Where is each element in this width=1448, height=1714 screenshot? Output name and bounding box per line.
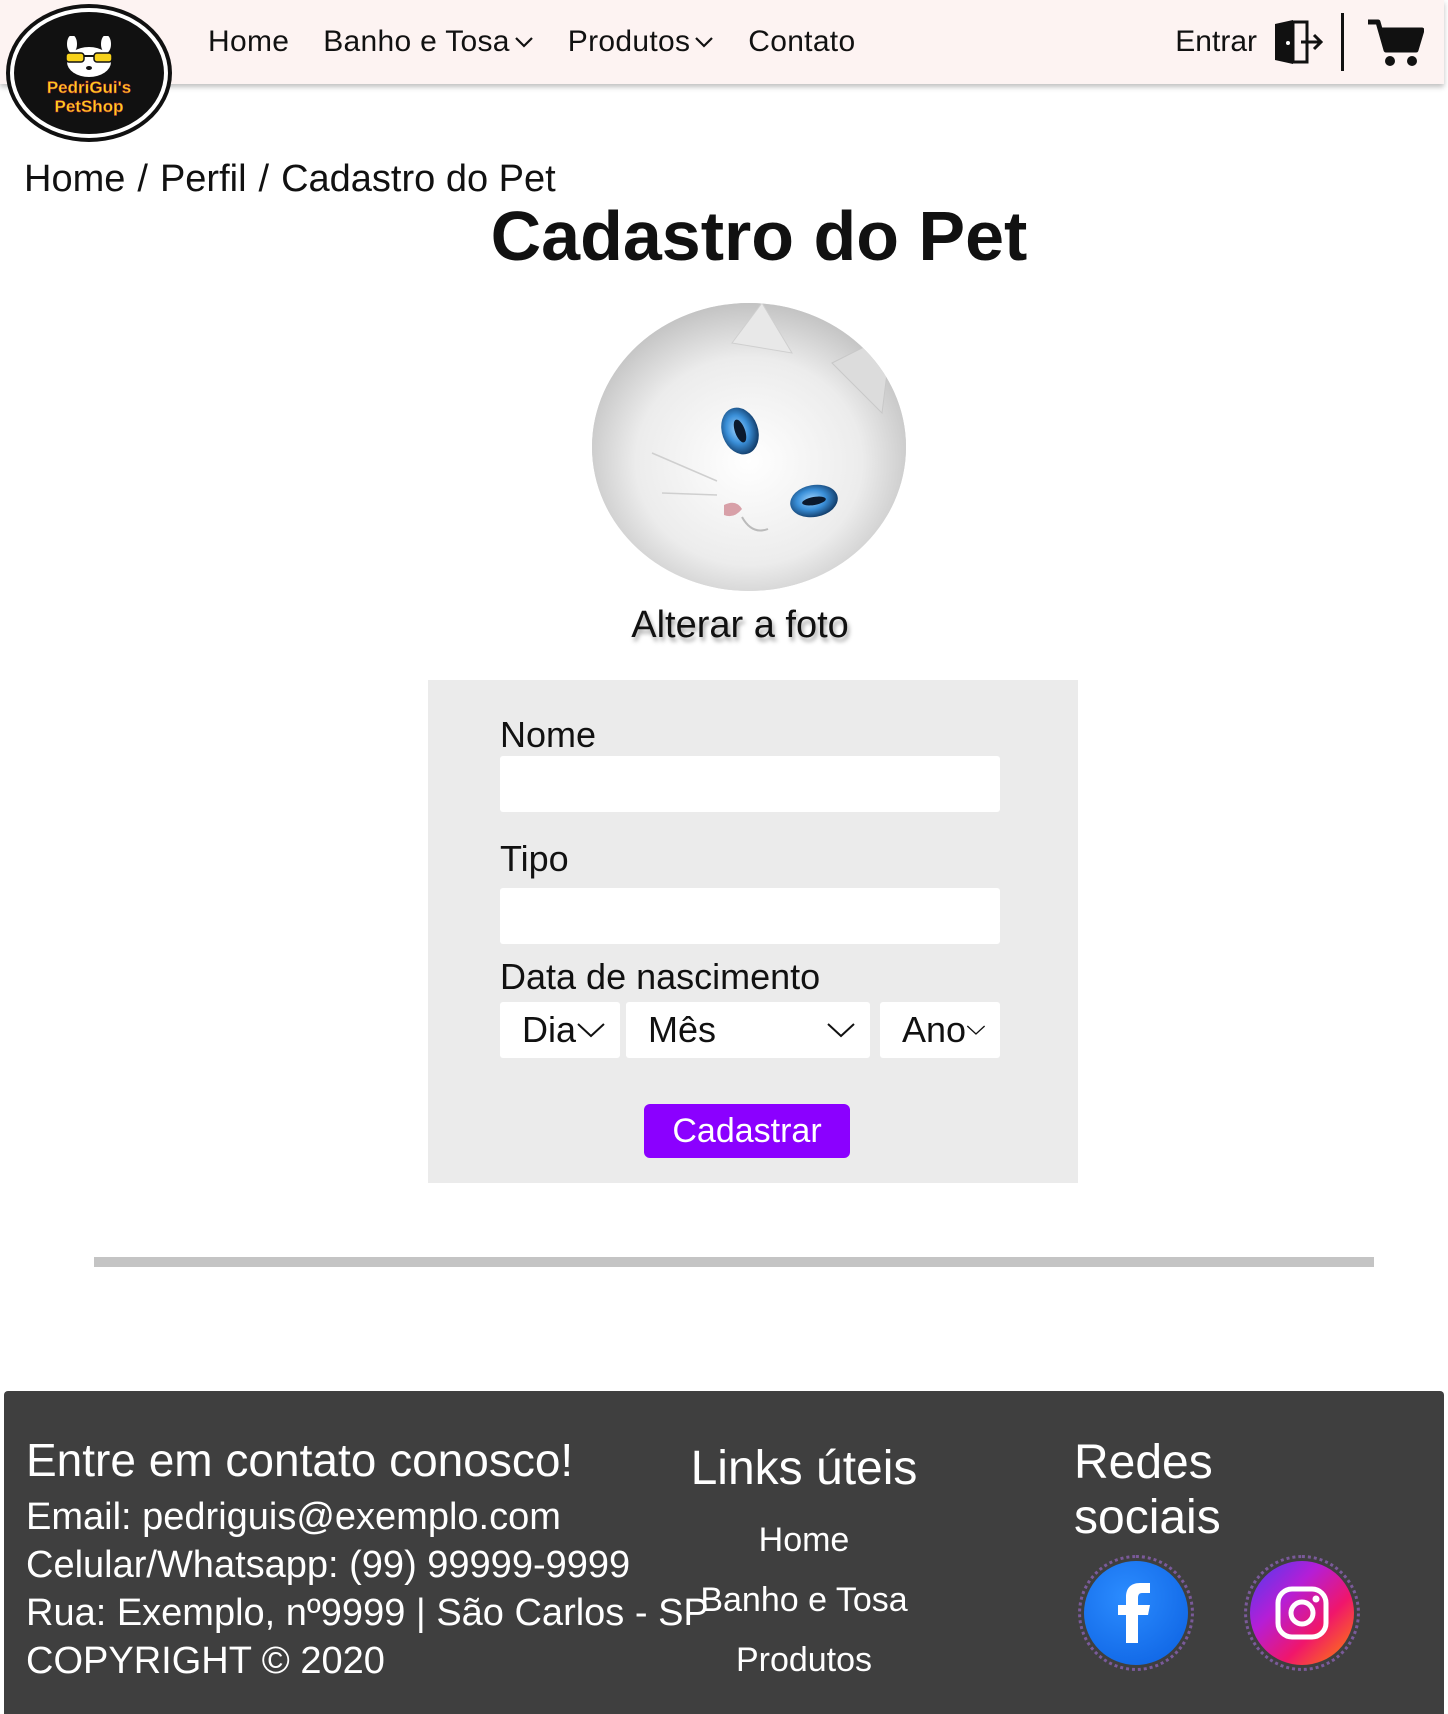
footer-link-banho-tosa[interactable]: Banho e Tosa xyxy=(594,1570,1014,1630)
chevron-down-icon xyxy=(514,37,533,48)
nav-produtos-label: Produtos xyxy=(567,25,691,58)
footer-social-title: Redes sociais xyxy=(1074,1436,1221,1544)
chevron-down-icon xyxy=(695,37,714,48)
facebook-icon xyxy=(1084,1561,1188,1665)
logo-text-line1: PedriGui's xyxy=(46,78,132,98)
breadcrumb: Home / Perfil / Cadastro do Pet xyxy=(24,158,556,201)
door-exit-icon[interactable] xyxy=(1271,18,1323,66)
nav-banho-tosa[interactable]: Banho e Tosa xyxy=(323,25,534,59)
login-link[interactable]: Entrar xyxy=(1175,25,1257,59)
dia-select-value: Dia xyxy=(522,1009,577,1050)
dog-logo-icon xyxy=(65,36,113,77)
nav-divider xyxy=(1341,13,1344,71)
nav-right: Entrar xyxy=(1175,0,1444,84)
ano-select-value: Ano xyxy=(902,1009,967,1050)
chevron-down-icon xyxy=(827,1023,855,1038)
nome-label: Nome xyxy=(500,714,597,755)
page-title: Cadastro do Pet xyxy=(490,197,1028,275)
tipo-input[interactable] xyxy=(500,888,1000,944)
pet-photo xyxy=(592,303,906,591)
tipo-label: Tipo xyxy=(500,838,569,879)
footer-social: Redes sociais xyxy=(1074,1435,1360,1671)
data-nascimento-label: Data de nascimento xyxy=(500,956,821,997)
divider xyxy=(94,1257,1374,1267)
chevron-down-icon xyxy=(966,1025,986,1035)
footer-links: Links úteis Home Banho e Tosa Produtos xyxy=(594,1441,1014,1690)
nav-links: Home Banho e Tosa Produtos Contato xyxy=(208,0,855,84)
mes-select-value: Mês xyxy=(648,1009,717,1050)
nome-input[interactable] xyxy=(500,756,1000,812)
breadcrumb-separator: / xyxy=(258,158,270,200)
nav-contato[interactable]: Contato xyxy=(748,25,855,59)
cat-photo-icon xyxy=(592,303,906,591)
nav-home[interactable]: Home xyxy=(208,25,289,59)
footer: Entre em contato conosco! Email: pedrigu… xyxy=(4,1391,1444,1714)
nav-home-label: Home xyxy=(208,25,290,58)
logo-text-line2: PetShop xyxy=(54,97,124,117)
instagram-icon xyxy=(1250,1561,1354,1665)
nav-contato-label: Contato xyxy=(748,25,856,58)
cart-icon[interactable] xyxy=(1366,16,1424,68)
instagram-button[interactable] xyxy=(1244,1555,1360,1671)
breadcrumb-home[interactable]: Home xyxy=(24,158,125,201)
breadcrumb-current: Cadastro do Pet xyxy=(281,158,556,200)
cadastrar-button[interactable]: Cadastrar xyxy=(644,1104,850,1158)
change-photo-link[interactable]: Alterar a foto xyxy=(0,604,1448,647)
chevron-down-icon xyxy=(577,1023,605,1038)
facebook-button[interactable] xyxy=(1078,1555,1194,1671)
ano-select[interactable]: Ano xyxy=(880,1002,1000,1058)
footer-link-home[interactable]: Home xyxy=(594,1510,1014,1570)
dia-select[interactable]: Dia xyxy=(500,1002,620,1058)
pet-form: Nome Tipo Data de nascimento Dia Mês Ano… xyxy=(428,680,1078,1183)
footer-link-produtos[interactable]: Produtos xyxy=(594,1630,1014,1690)
mes-select[interactable]: Mês xyxy=(626,1002,870,1058)
nav-banho-tosa-label: Banho e Tosa xyxy=(323,25,510,58)
navbar: PedriGui's PetShop Home Banho e Tosa Pro… xyxy=(0,0,1444,138)
nav-produtos[interactable]: Produtos xyxy=(568,25,714,59)
breadcrumb-separator: / xyxy=(137,158,148,200)
footer-links-title: Links úteis xyxy=(690,1442,918,1495)
breadcrumb-perfil[interactable]: Perfil xyxy=(160,158,247,201)
brand-logo[interactable]: PedriGui's PetShop xyxy=(10,8,168,138)
